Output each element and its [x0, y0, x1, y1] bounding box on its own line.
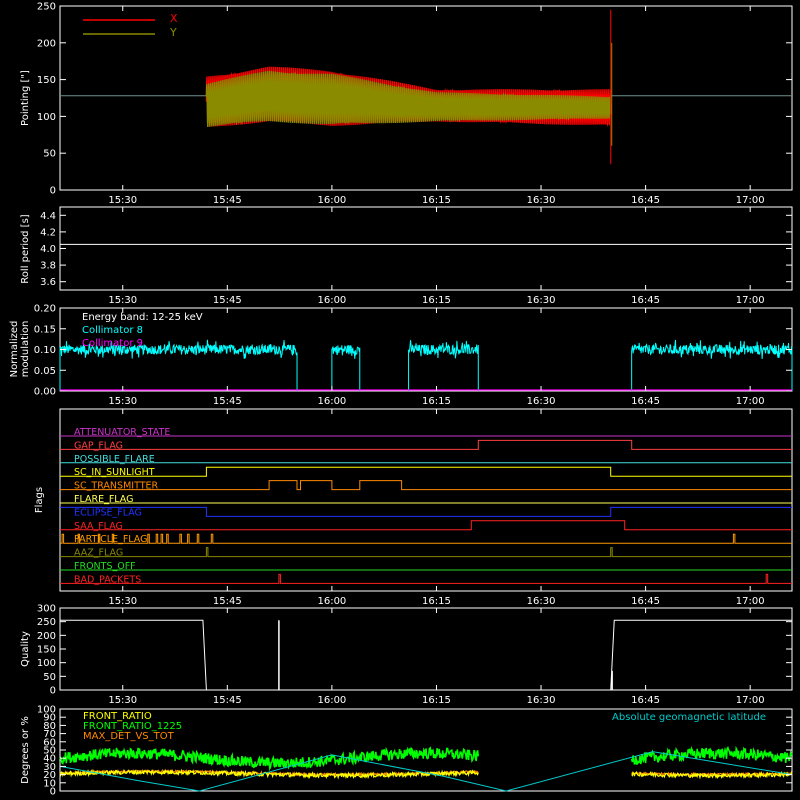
y-tick-label: 0: [50, 186, 56, 197]
x-tick-label: 16:15: [422, 195, 451, 206]
x-tick-label: 15:45: [213, 195, 242, 206]
quality-ylabel: Quality: [20, 631, 31, 667]
x-tick-label: 16:45: [631, 695, 660, 706]
ratio-series-front-ratio-1225: [630, 745, 793, 765]
x-tick-label: 17:00: [736, 396, 765, 407]
y-tick-label: 3.8: [40, 261, 56, 272]
x-tick-label: 16:30: [527, 695, 556, 706]
y-tick-label: 300: [37, 604, 56, 615]
x-tick-label: 17:00: [736, 695, 765, 706]
y-tick-label: 0.20: [34, 304, 56, 315]
x-tick-label: 16:00: [317, 596, 346, 607]
legend-x-label: X: [170, 12, 178, 25]
legend-y-label: Y: [169, 26, 177, 39]
flags-ylabel: Flags: [34, 487, 45, 513]
x-tick-label: 16:15: [422, 396, 451, 407]
y-tick-label: 100: [37, 112, 56, 123]
legend-max-det-vs-tot: MAX_DET_VS_TOT: [83, 731, 175, 742]
x-tick-label: 16:15: [422, 295, 451, 306]
x-tick-label: 16:45: [631, 195, 660, 206]
flag-line: [60, 506, 792, 517]
y-tick-label: 4.4: [40, 211, 56, 222]
flag-label: ECLIPSE_FLAG: [74, 507, 142, 518]
y-tick-label: 250: [37, 2, 56, 13]
y-tick-label: 50: [43, 149, 56, 160]
hessi-quicklook-chart: X Y Pointing ["] 0 50 100 150 200 250 15:30 15…: [9, 2, 793, 798]
x-tick-label: 16:00: [317, 695, 346, 706]
x-tick-label: 16:30: [527, 596, 556, 607]
flag-line: [60, 547, 792, 558]
quality-line: [60, 619, 792, 691]
x-tick-label: 16:00: [317, 195, 346, 206]
flag-line: [60, 573, 792, 584]
ratio-series-front-ratio-1225: [59, 746, 480, 772]
pointing-ylabel: Pointing ["]: [20, 70, 31, 126]
y-tick-label: 100: [37, 705, 56, 716]
roll-panel: Roll period [s] 3.6 3.8 4.0 4.2 4.4 15:30 15:…: [20, 206, 793, 306]
y-tick-label: 3.6: [40, 277, 56, 288]
modulation-panel: Energy band: 12-25 keV Collimator 8 Coll…: [9, 304, 793, 407]
modulation-ylabel-2: modulation: [20, 321, 31, 378]
x-tick-label: 15:30: [108, 396, 137, 407]
x-tick-label: 16:15: [422, 695, 451, 706]
y-tick-label: 0.00: [34, 387, 56, 398]
modulation-collimator8-segment: [408, 340, 479, 391]
x-tick-label: 15:30: [108, 596, 137, 607]
modulation-collimator-8: Collimator 8: [82, 325, 143, 336]
x-tick-label: 15:45: [213, 695, 242, 706]
x-tick-label: 17:00: [736, 195, 765, 206]
x-tick-label: 16:30: [527, 295, 556, 306]
y-tick-label: 4.0: [40, 244, 56, 255]
y-tick-label: 50: [43, 672, 56, 683]
pointing-legend: X Y: [83, 12, 178, 39]
y-tick-label: 4.2: [40, 227, 56, 238]
x-tick-label: 15:30: [108, 295, 137, 306]
y-tick-label: 150: [37, 75, 56, 86]
modulation-collimator8-segment: [631, 339, 793, 391]
y-tick-label: 150: [37, 645, 56, 656]
modulation-collimator8-segment: [331, 345, 361, 391]
pointing-panel: X Y Pointing ["] 0 50 100 150 200 250 15:30 15…: [20, 2, 793, 206]
x-tick-label: 16:30: [527, 195, 556, 206]
y-tick-label: 0.10: [34, 345, 56, 356]
modulation-ylabel-1: Normalized: [9, 321, 20, 378]
modulation-collimator-9: Collimator 9: [82, 338, 143, 349]
quality-panel: Quality 0 50 100 150 200 250 300 15:30 15:45 16:…: [20, 604, 793, 706]
x-tick-label: 17:00: [736, 295, 765, 306]
x-tick-label: 16:45: [631, 396, 660, 407]
flag-line: [60, 439, 792, 450]
x-tick-label: 16:00: [317, 295, 346, 306]
flag-line: [60, 480, 792, 491]
y-tick-label: 100: [37, 658, 56, 669]
roll-frame: [59, 206, 793, 291]
x-tick-label: 16:45: [631, 295, 660, 306]
legend-geomagnetic-latitude: Absolute geomagnetic latitude: [612, 712, 766, 723]
flag-line: [60, 520, 792, 531]
x-tick-label: 15:30: [108, 195, 137, 206]
latitude-ylabel: Degrees or %: [20, 716, 31, 784]
y-tick-label: 0.05: [34, 366, 56, 377]
x-tick-label: 15:45: [213, 396, 242, 407]
latitude-panel: FRONT_RATIO FRONT_RATIO_1225 MAX_DET_VS_…: [20, 705, 793, 798]
roll-ylabel: Roll period [s]: [20, 214, 31, 283]
x-tick-label: 15:45: [213, 295, 242, 306]
x-tick-label: 16:45: [631, 596, 660, 607]
modulation-energy-band: Energy band: 12-25 keV: [82, 312, 203, 323]
flag-line: [60, 533, 792, 544]
x-tick-label: 15:45: [213, 596, 242, 607]
y-tick-label: 250: [37, 617, 56, 628]
x-tick-label: 16:30: [527, 396, 556, 407]
y-tick-label: 0.15: [34, 324, 56, 335]
flags-panel: ATTENUATOR_STATEGAP_FLAGPOSSIBLE_FLARESC…: [34, 408, 793, 607]
x-tick-label: 17:00: [736, 596, 765, 607]
y-tick-label: 200: [37, 38, 56, 49]
y-tick-label: 200: [37, 631, 56, 642]
x-tick-label: 15:30: [108, 695, 137, 706]
x-tick-label: 16:00: [317, 396, 346, 407]
x-tick-label: 16:15: [422, 596, 451, 607]
flag-line: [60, 466, 792, 477]
y-tick-label: 0: [50, 686, 56, 697]
